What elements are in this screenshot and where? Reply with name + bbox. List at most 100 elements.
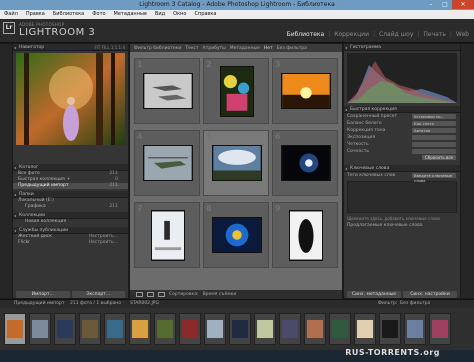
suggested-keywords[interactable]: Предлагаемые ключевые слова xyxy=(344,222,460,229)
filmstrip-thumb[interactable] xyxy=(54,313,76,345)
export-button[interactable]: Экспорт... xyxy=(71,291,125,298)
filmstrip-thumb[interactable] xyxy=(379,313,401,345)
folder-item[interactable]: Графика 211 xyxy=(13,204,128,210)
keywords-textarea[interactable] xyxy=(347,181,457,213)
filmstrip-filter-select[interactable]: Без фильтра xyxy=(400,301,430,306)
menu-window[interactable]: Окно xyxy=(169,10,190,19)
auto-tone-button[interactable]: Автотон xyxy=(412,128,456,133)
publish-item[interactable]: Flickr Настроить... xyxy=(13,240,128,246)
filter-attribute-tab[interactable]: Атрибуты xyxy=(203,46,226,51)
grid-cell[interactable]: 8 xyxy=(203,202,269,268)
module-print[interactable]: Печать xyxy=(421,31,447,38)
reset-all-button[interactable]: Сбросить все xyxy=(421,155,456,160)
filmstrip-thumb[interactable] xyxy=(204,313,226,345)
filmstrip-thumb[interactable] xyxy=(104,313,126,345)
left-panel-edge[interactable] xyxy=(0,44,12,298)
collection-item[interactable]: Новая коллекция xyxy=(13,219,128,225)
histogram-display xyxy=(347,53,457,103)
menu-library[interactable]: Библиотека xyxy=(49,10,88,19)
folders-title: Папки xyxy=(19,192,34,197)
module-library[interactable]: Библиотека xyxy=(285,31,327,38)
sync-metadata-button[interactable]: Синх. метаданные xyxy=(347,291,401,298)
filmstrip-thumb[interactable] xyxy=(329,313,351,345)
vibrance-stepper[interactable] xyxy=(412,149,456,154)
filmstrip-thumb[interactable] xyxy=(154,313,176,345)
filmstrip-thumb[interactable] xyxy=(429,313,451,345)
publish-header[interactable]: Службы публикации xyxy=(13,227,128,234)
thumb-image xyxy=(282,320,298,338)
catalog-item[interactable]: Предыдущий импорт 211 xyxy=(13,183,128,189)
close-button[interactable]: ✕ xyxy=(452,0,474,9)
filmstrip-thumb[interactable] xyxy=(4,313,26,345)
filter-preset[interactable]: Без фильтра xyxy=(277,46,307,51)
navigator-zoom[interactable]: FIT FILL 1:1 1:4 xyxy=(94,44,125,51)
catalog-header[interactable]: Каталог xyxy=(13,164,128,171)
filter-text-tab[interactable]: Текст xyxy=(185,46,198,51)
quick-develop-header[interactable]: Быстрая коррекция xyxy=(344,106,460,113)
navigator-header[interactable]: Навигатор FIT FILL 1:1 1:4 xyxy=(13,44,128,51)
keywording-header[interactable]: Ключевые слова xyxy=(344,165,460,172)
saved-preset-select[interactable]: Установки по... xyxy=(412,114,456,119)
grid-cell[interactable]: 1 xyxy=(134,58,200,124)
menu-view[interactable]: Вид xyxy=(151,10,169,19)
keyword-tags-select[interactable]: Введите ключевые слова xyxy=(412,173,456,183)
figure-thumbnail xyxy=(289,210,323,261)
filmstrip-thumb[interactable] xyxy=(229,313,251,345)
menu-photo[interactable]: Фото xyxy=(88,10,109,19)
grid-cell[interactable]: 5 xyxy=(203,130,269,196)
thumb-image xyxy=(407,320,423,338)
folders-header[interactable]: Папки xyxy=(13,191,128,198)
grid-cell[interactable]: 3 xyxy=(272,58,338,124)
lightroom-logo: Lr xyxy=(3,22,15,34)
right-panel-edge[interactable] xyxy=(461,44,474,298)
histogram-header[interactable]: Гистограмма xyxy=(344,44,460,51)
exposure-stepper[interactable] xyxy=(412,135,456,140)
grid-cell[interactable]: 6 xyxy=(272,130,338,196)
thumb-image xyxy=(7,320,23,338)
grid-cell[interactable]: 9 xyxy=(272,202,338,268)
grid-cell[interactable]: 4 xyxy=(134,130,200,196)
menu-help[interactable]: Справка xyxy=(190,10,220,19)
maximize-button[interactable]: □ xyxy=(438,0,452,9)
thumb-image xyxy=(182,320,198,338)
filmstrip-thumb[interactable] xyxy=(254,313,276,345)
filmstrip-thumb[interactable] xyxy=(304,313,326,345)
filmstrip-thumb[interactable] xyxy=(179,313,201,345)
module-web[interactable]: Web xyxy=(454,31,471,38)
module-slideshow[interactable]: Слайд шоу xyxy=(377,31,415,38)
filmstrip-thumb[interactable] xyxy=(279,313,301,345)
menu-metadata[interactable]: Метаданные xyxy=(110,10,151,19)
menu-edit[interactable]: Правка xyxy=(22,10,49,19)
filmstrip-thumb[interactable] xyxy=(354,313,376,345)
grid-cell[interactable]: 2 xyxy=(203,58,269,124)
white-balance-select[interactable]: Как снято xyxy=(412,121,456,126)
filmstrip-thumb[interactable] xyxy=(29,313,51,345)
import-button[interactable]: Импорт... xyxy=(16,291,70,298)
module-picker: Библиотека | Коррекции | Слайд шоу | Печ… xyxy=(285,31,471,38)
filter-none-tab[interactable]: Нет xyxy=(264,46,273,51)
filmstrip-filter-label: Фильтр: xyxy=(378,301,398,306)
filmstrip-thumb[interactable] xyxy=(79,313,101,345)
filmstrip-thumb[interactable] xyxy=(404,313,426,345)
clarity-stepper[interactable] xyxy=(412,142,456,147)
sync-settings-button[interactable]: Синх. настройки xyxy=(403,291,457,298)
menu-file[interactable]: Файл xyxy=(0,10,22,19)
histogram-graph xyxy=(347,61,457,103)
collections-header[interactable]: Коллекции xyxy=(13,212,128,219)
filmstrip-source[interactable]: Предыдущий импорт xyxy=(14,301,64,306)
compare-view-icon[interactable] xyxy=(158,292,165,297)
minimize-button[interactable]: – xyxy=(424,0,438,9)
party-thumbnail xyxy=(220,66,254,117)
catalog-title: Каталог xyxy=(19,165,39,170)
thumbnail-grid: 1 2 3 4 5 6 7 8 9 xyxy=(134,58,338,284)
publish-setup-link[interactable]: Настроить... xyxy=(89,240,118,246)
sort-select[interactable]: Время съёмки xyxy=(203,292,237,297)
loupe-view-icon[interactable] xyxy=(147,292,154,297)
grid-cell[interactable]: 7 xyxy=(134,202,200,268)
grid-view-icon[interactable] xyxy=(136,292,143,297)
navigator-preview[interactable] xyxy=(16,53,125,145)
filter-metadata-tab[interactable]: Метаданные xyxy=(230,46,260,51)
module-develop[interactable]: Коррекции xyxy=(332,31,371,38)
filmstrip-thumb[interactable] xyxy=(129,313,151,345)
catalog-item-label: Все фото xyxy=(18,171,40,176)
